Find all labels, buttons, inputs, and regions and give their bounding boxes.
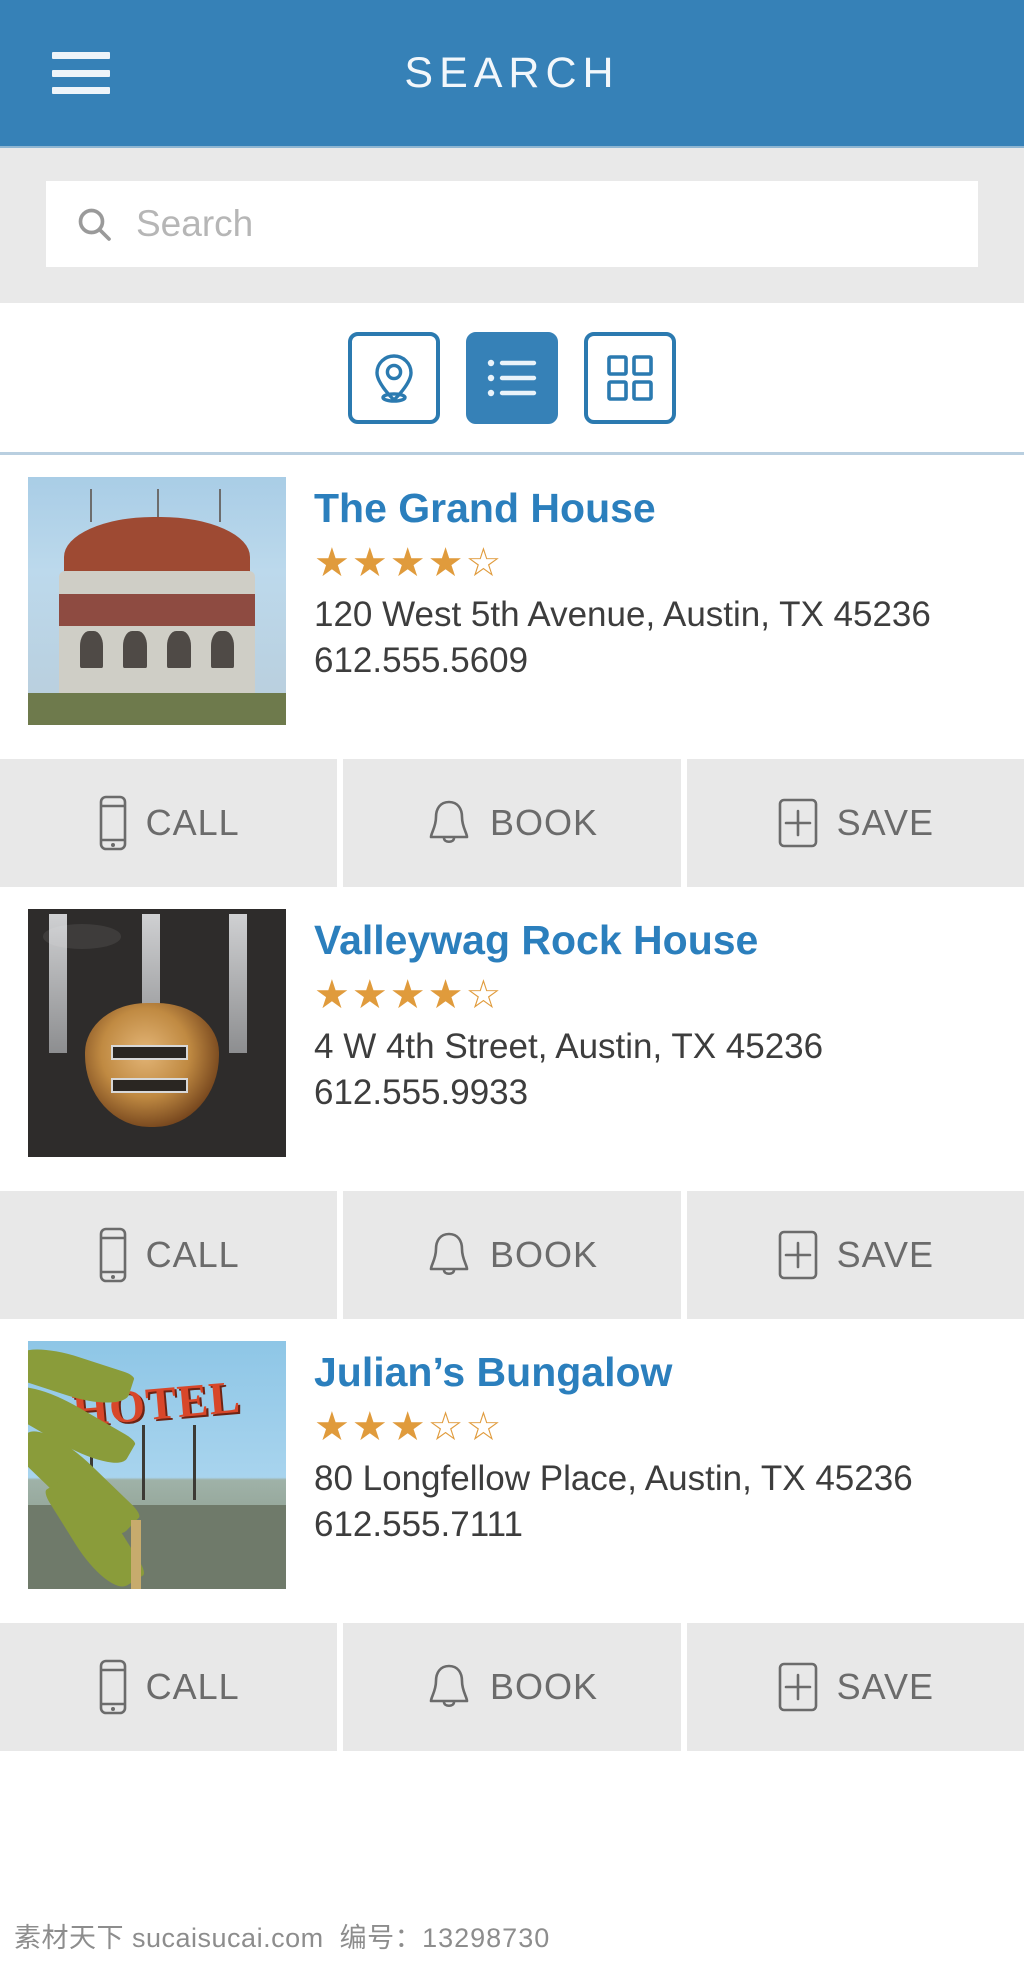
listing-thumbnail[interactable] <box>28 909 286 1157</box>
save-button-label: SAVE <box>836 802 934 843</box>
watermark-id-label: 编号： <box>339 1923 423 1953</box>
plus-square-icon <box>778 1230 817 1280</box>
listing-card[interactable]: The Grand House ★★★★☆ 120 West 5th Avenu… <box>0 455 1024 743</box>
page-title: SEARCH <box>404 48 620 97</box>
watermark-id-value: 13298730 <box>422 1923 551 1953</box>
bell-icon <box>429 1664 469 1708</box>
listing-thumbnail[interactable]: HOTEL <box>28 1341 286 1589</box>
plus-square-icon <box>778 1662 817 1712</box>
watermark-site: 素材天下 sucaisucai.com <box>14 1923 324 1953</box>
app-header: SEARCH <box>0 0 1024 148</box>
rating-stars: ★★★☆☆ <box>314 1405 504 1450</box>
call-button[interactable]: CALL <box>0 1623 338 1751</box>
call-button-label: CALL <box>145 1234 240 1275</box>
book-button[interactable]: BOOK <box>343 1623 681 1751</box>
listing-details: The Grand House ★★★★☆ 120 West 5th Avenu… <box>314 477 1024 725</box>
view-toggle-group <box>0 303 1024 455</box>
listing-title[interactable]: Valleywag Rock House <box>314 917 1024 964</box>
listing-card[interactable]: Valleywag Rock House ★★★★☆ 4 W 4th Stree… <box>0 887 1024 1175</box>
listing-address: 80 Longfellow Place, Austin, TX 45236 <box>314 1459 913 1499</box>
listing-title[interactable]: The Grand House <box>314 485 1024 532</box>
view-toggle-list[interactable] <box>466 331 558 424</box>
book-button[interactable]: BOOK <box>343 1191 681 1319</box>
book-button[interactable]: BOOK <box>343 759 681 887</box>
save-button-label: SAVE <box>836 1234 934 1275</box>
listing-details: Julian’s Bungalow ★★★☆☆ 80 Longfellow Pl… <box>314 1341 1024 1589</box>
search-icon <box>78 208 111 241</box>
call-button[interactable]: CALL <box>0 1191 338 1319</box>
book-button-label: BOOK <box>489 1666 598 1707</box>
view-toggle-map[interactable] <box>348 331 440 424</box>
listing-title[interactable]: Julian’s Bungalow <box>314 1349 1024 1396</box>
list-view-icon <box>487 359 537 396</box>
listing-address: 120 West 5th Avenue, Austin, TX 45236 <box>314 595 931 635</box>
hamburger-bar <box>52 52 110 59</box>
book-button-label: BOOK <box>489 802 598 843</box>
listing-card[interactable]: HOTEL Julian’s Bungalow ★★★☆☆ 80 Longfel… <box>0 1319 1024 1607</box>
hamburger-bar <box>52 69 110 77</box>
listing-phone: 612.555.7111 <box>314 1505 523 1545</box>
grid-view-icon <box>607 354 653 401</box>
call-button-label: CALL <box>145 802 240 843</box>
listing-phone: 612.555.5609 <box>314 641 529 681</box>
listing-actions: CALL BOOK SAVE <box>0 759 1024 887</box>
listing-actions: CALL BOOK SAVE <box>0 1623 1024 1751</box>
phone-icon <box>99 795 126 851</box>
plus-square-icon <box>778 798 817 848</box>
listing-phone: 612.555.9933 <box>314 1073 529 1113</box>
listing-details: Valleywag Rock House ★★★★☆ 4 W 4th Stree… <box>314 909 1024 1157</box>
phone-icon <box>99 1227 126 1283</box>
save-button-label: SAVE <box>836 1666 934 1707</box>
bell-icon <box>429 800 469 844</box>
watermark: 素材天下 sucaisucai.com 编号：13298730 <box>14 1916 550 1955</box>
rating-stars: ★★★★☆ <box>314 541 504 586</box>
app-root: SEARCH Search The Grand House ★★★★☆ 120 … <box>0 0 1024 1969</box>
search-bar-container: Search <box>0 148 1024 303</box>
search-input-placeholder[interactable]: Search <box>136 203 253 245</box>
hamburger-bar <box>52 87 110 94</box>
search-field[interactable]: Search <box>46 181 978 267</box>
rating-stars: ★★★★☆ <box>314 973 504 1018</box>
save-button[interactable]: SAVE <box>686 1191 1024 1319</box>
view-toggle-grid[interactable] <box>584 331 676 424</box>
call-button-label: CALL <box>145 1666 240 1707</box>
save-button[interactable]: SAVE <box>686 759 1024 887</box>
call-button[interactable]: CALL <box>0 759 338 887</box>
bell-icon <box>429 1232 469 1276</box>
phone-icon <box>99 1659 126 1715</box>
listing-actions: CALL BOOK SAVE <box>0 1191 1024 1319</box>
book-button-label: BOOK <box>489 1234 598 1275</box>
map-pin-icon <box>375 353 413 403</box>
save-button[interactable]: SAVE <box>686 1623 1024 1751</box>
listing-thumbnail[interactable] <box>28 477 286 725</box>
listing-address: 4 W 4th Street, Austin, TX 45236 <box>314 1027 824 1067</box>
hamburger-menu-icon[interactable] <box>52 52 110 94</box>
